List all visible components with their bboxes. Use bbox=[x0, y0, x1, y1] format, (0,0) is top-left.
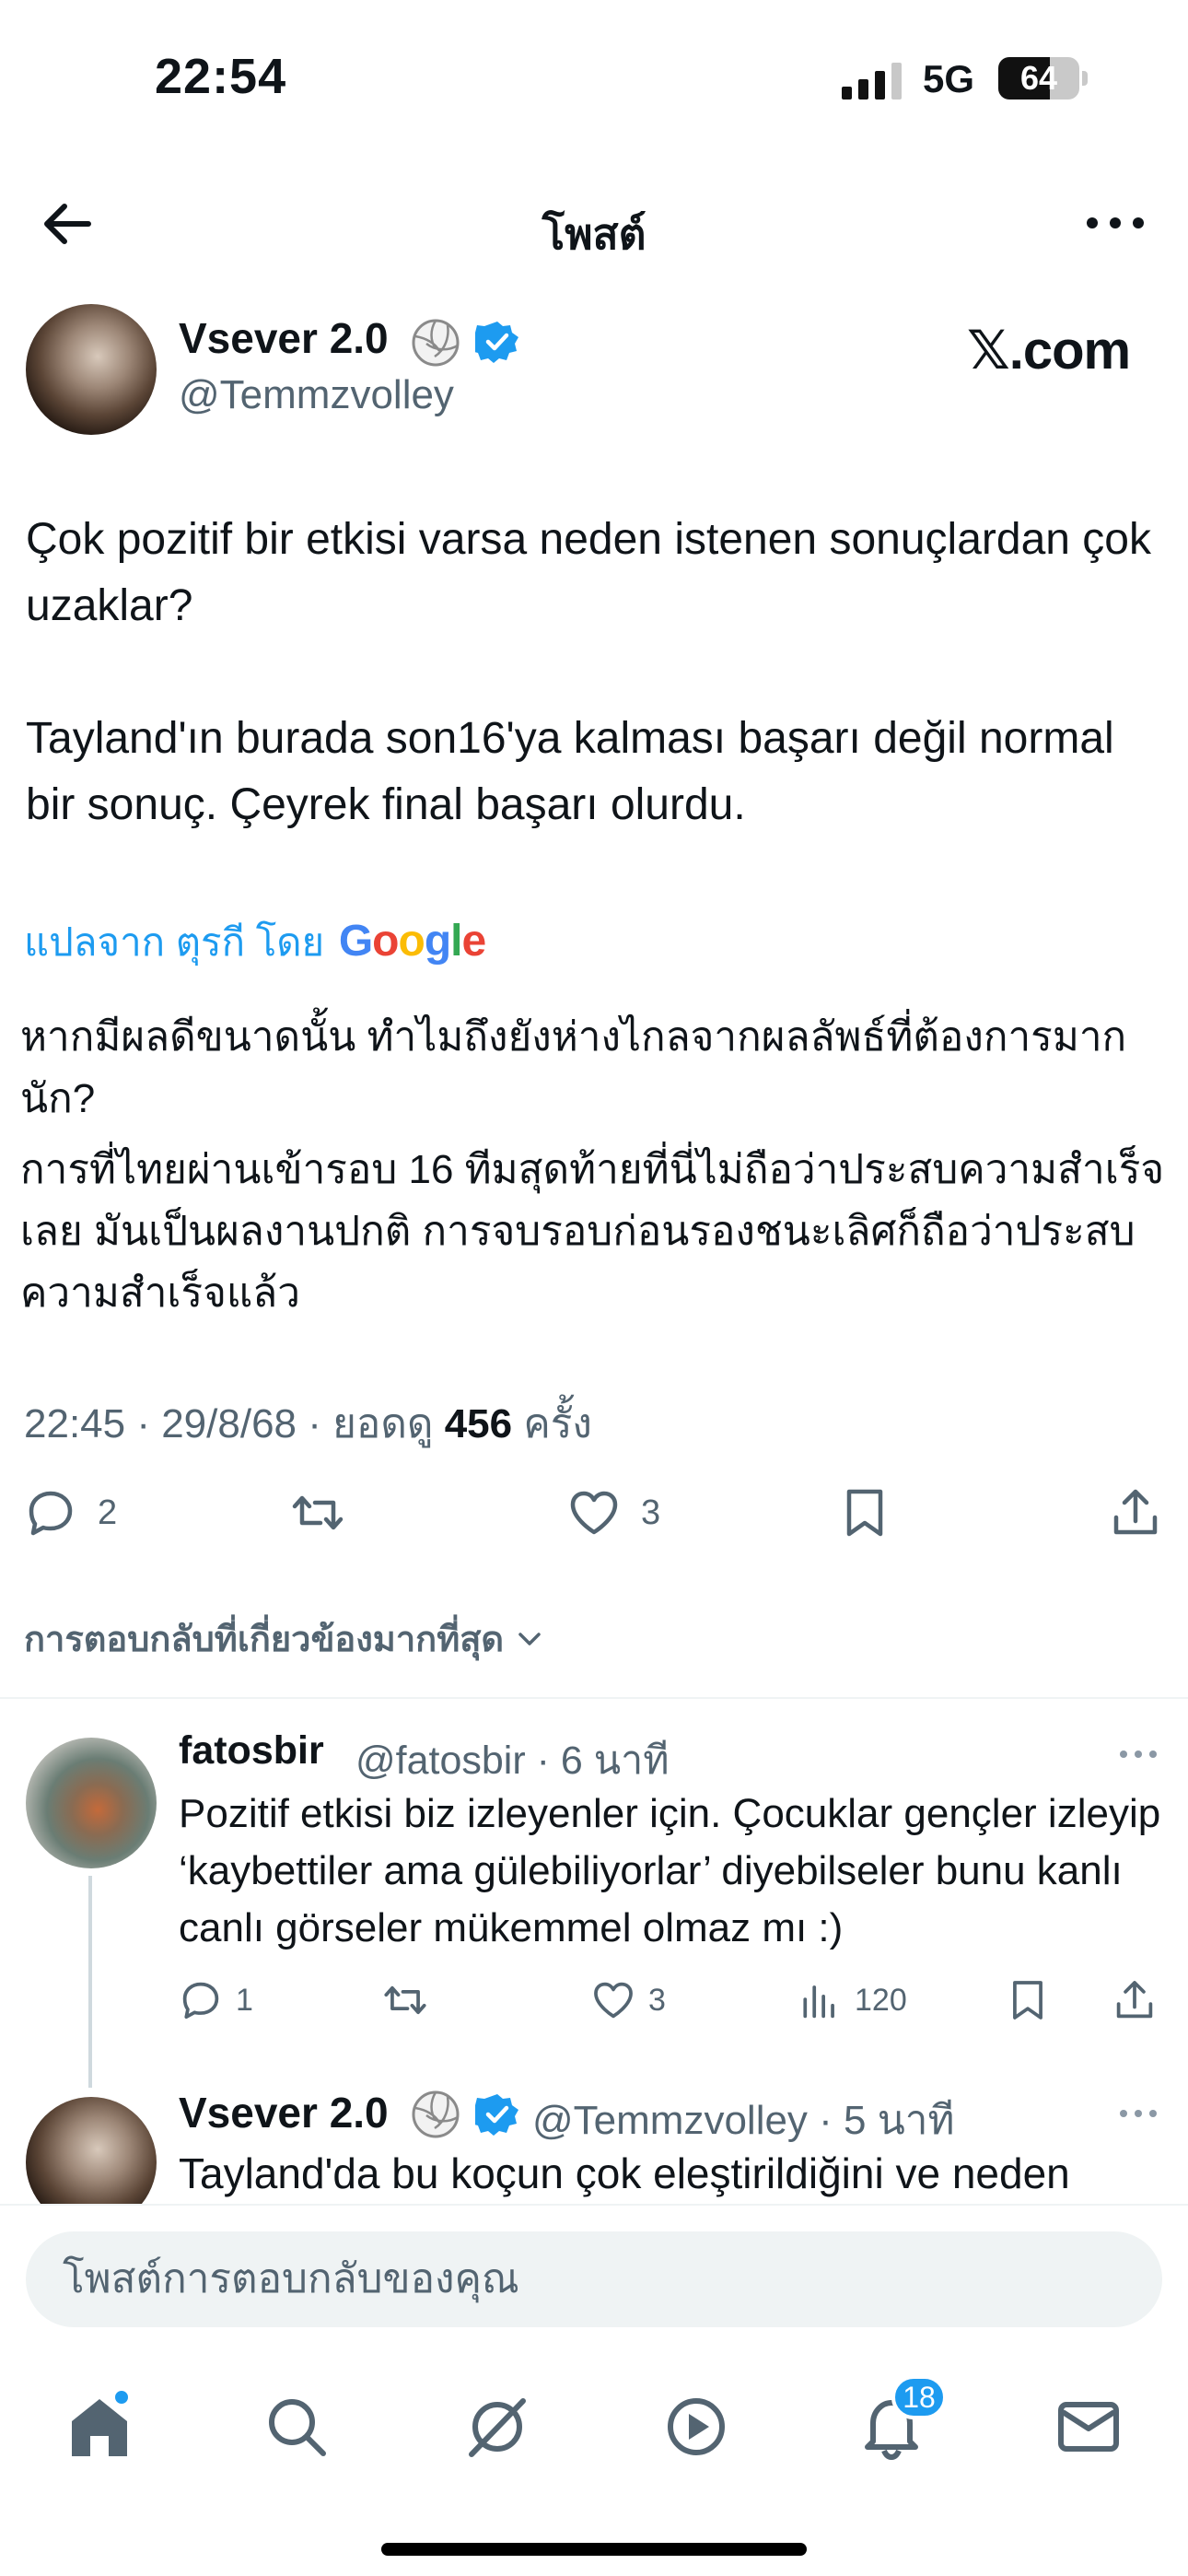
views-button[interactable]: 120 bbox=[798, 1968, 907, 2032]
home-notification-dot bbox=[112, 2388, 131, 2406]
search-icon bbox=[269, 2399, 326, 2456]
reply-input[interactable] bbox=[26, 2231, 1162, 2327]
repost-button[interactable] bbox=[291, 1476, 344, 1550]
like-icon bbox=[570, 1491, 618, 1535]
tab-notifications[interactable]: 18 bbox=[856, 2375, 947, 2462]
translated-text: หากมีผลดีขนาดนั้น ทำไมถึงยังห่างไกลจากผล… bbox=[20, 1006, 1171, 1333]
reply-composer[interactable] bbox=[26, 2231, 1162, 2327]
tab-home[interactable] bbox=[64, 2388, 134, 2462]
page-title: โพสต์ bbox=[542, 210, 646, 258]
translated-paragraph: การที่ไทยผ่านเข้ารอบ 16 ทีมสุดท้ายที่นี่… bbox=[20, 1147, 1165, 1316]
status-time: 22:54 bbox=[155, 49, 287, 104]
share-button[interactable] bbox=[1112, 1968, 1157, 2032]
reply-author-name[interactable]: Vsever 2.0 bbox=[179, 2088, 389, 2137]
translation-attribution[interactable]: แปลจาก ตุรกี โดย Google bbox=[24, 912, 486, 973]
like-icon bbox=[594, 1982, 633, 2019]
tab-video[interactable] bbox=[661, 2392, 731, 2462]
reply-text: Pozitif etkisi biz izleyenler için. Çocu… bbox=[179, 1791, 1161, 1950]
more-icon[interactable] bbox=[1083, 205, 1147, 241]
views-icon bbox=[803, 1985, 834, 2019]
sort-label: การตอบกลับที่เกี่ยวข้องมากที่สุด bbox=[24, 1621, 505, 1659]
volleyball-icon bbox=[412, 2090, 460, 2138]
bookmark-icon bbox=[1013, 1981, 1042, 2020]
reply-count: 1 bbox=[236, 1982, 253, 2018]
reply-avatar[interactable] bbox=[26, 1738, 157, 1868]
like-count: 3 bbox=[641, 1493, 661, 1532]
battery-icon: 64 bbox=[998, 57, 1088, 100]
translated-paragraph: หากมีผลดีขนาดนั้น ทำไมถึงยังห่างไกลจากผล… bbox=[20, 1014, 1127, 1121]
translated-label: แปลจาก ตุรกี โดย bbox=[24, 920, 325, 964]
chevron-down-icon bbox=[518, 1632, 541, 1645]
mail-icon bbox=[1058, 2402, 1119, 2452]
tab-search[interactable] bbox=[262, 2392, 332, 2462]
bookmark-button[interactable] bbox=[838, 1476, 891, 1550]
post-actions: 2 3 bbox=[0, 1476, 1188, 1550]
tab-grok[interactable] bbox=[462, 2392, 532, 2462]
like-button[interactable]: 3 bbox=[567, 1476, 660, 1550]
repost-icon bbox=[292, 1495, 344, 1530]
view-count: 120 bbox=[855, 1982, 907, 2018]
reply-author-name[interactable]: fatosbir bbox=[179, 1728, 324, 1774]
view-suffix: ครั้ง bbox=[512, 1401, 592, 1446]
view-count: 456 bbox=[444, 1401, 513, 1446]
tab-bar: 18 bbox=[0, 2371, 1188, 2482]
divider bbox=[0, 1697, 1188, 1699]
battery-level: 64 bbox=[1019, 59, 1058, 97]
status-bar: 22:54 5G 64 bbox=[0, 0, 1188, 157]
notifications-badge: 18 bbox=[891, 2375, 947, 2419]
bottom-area: 18 bbox=[0, 2204, 1188, 2576]
post-paragraph: Çok pozitif bir etkisi varsa neden isten… bbox=[26, 515, 1151, 630]
share-icon bbox=[1116, 1981, 1153, 2019]
home-indicator bbox=[381, 2543, 807, 2556]
post-meta: 22:45 · 29/8/68 · ยอดดู 456 ครั้ง bbox=[24, 1391, 592, 1456]
reply-handle-time[interactable]: @Temmzvolley · 5 นาที bbox=[532, 2088, 955, 2152]
reply-button[interactable]: 2 bbox=[24, 1476, 117, 1550]
reply-sort-dropdown[interactable]: การตอบกลับที่เกี่ยวข้องมากที่สุด bbox=[24, 1610, 546, 1667]
repost-icon bbox=[384, 1985, 426, 2015]
bookmark-icon bbox=[846, 1489, 883, 1537]
grok-icon bbox=[469, 2398, 526, 2457]
top-bar: โพสต์ bbox=[0, 157, 1188, 295]
reply-icon bbox=[29, 1491, 73, 1536]
reply-actions: 1 3 120 bbox=[0, 1968, 1188, 2032]
google-logo: Google bbox=[338, 917, 486, 966]
share-button[interactable] bbox=[1109, 1476, 1162, 1550]
play-icon bbox=[668, 2398, 725, 2455]
reply-count: 2 bbox=[98, 1493, 118, 1532]
network-label: 5G bbox=[923, 57, 975, 100]
more-icon[interactable] bbox=[1116, 1745, 1160, 1763]
verified-icon bbox=[475, 322, 518, 363]
post-timestamp: 22:45 · 29/8/68 · ยอดดู bbox=[24, 1401, 445, 1446]
author-name[interactable]: Vsever 2.0 bbox=[179, 313, 389, 363]
reply-icon bbox=[182, 1982, 219, 2020]
like-button[interactable]: 3 bbox=[591, 1968, 666, 2032]
post-paragraph: Tayland'ın burada son16'ya kalması başar… bbox=[26, 714, 1114, 829]
volleyball-icon bbox=[412, 319, 460, 367]
reply-handle-time[interactable]: @fatosbir · 6 นาที bbox=[355, 1728, 670, 1791]
author-avatar[interactable] bbox=[26, 304, 157, 435]
reply-button[interactable]: 1 bbox=[179, 1968, 253, 2032]
like-count: 3 bbox=[648, 1982, 666, 2018]
more-icon[interactable] bbox=[1116, 2104, 1160, 2123]
reply-text: Tayland'da bu koçun çok eleştirildiğini … bbox=[179, 2149, 1070, 2197]
tab-messages[interactable] bbox=[1054, 2392, 1124, 2462]
signal-icon bbox=[842, 63, 902, 100]
source-label: 𝕏.com bbox=[967, 321, 1131, 381]
post-text: Çok pozitif bir etkisi varsa neden isten… bbox=[26, 507, 1159, 905]
verified-icon bbox=[475, 2094, 518, 2136]
bookmark-button[interactable] bbox=[1006, 1968, 1050, 2032]
author-handle[interactable]: @Temmzvolley bbox=[179, 372, 454, 418]
share-icon bbox=[1113, 1489, 1158, 1535]
repost-button[interactable] bbox=[383, 1968, 427, 2032]
